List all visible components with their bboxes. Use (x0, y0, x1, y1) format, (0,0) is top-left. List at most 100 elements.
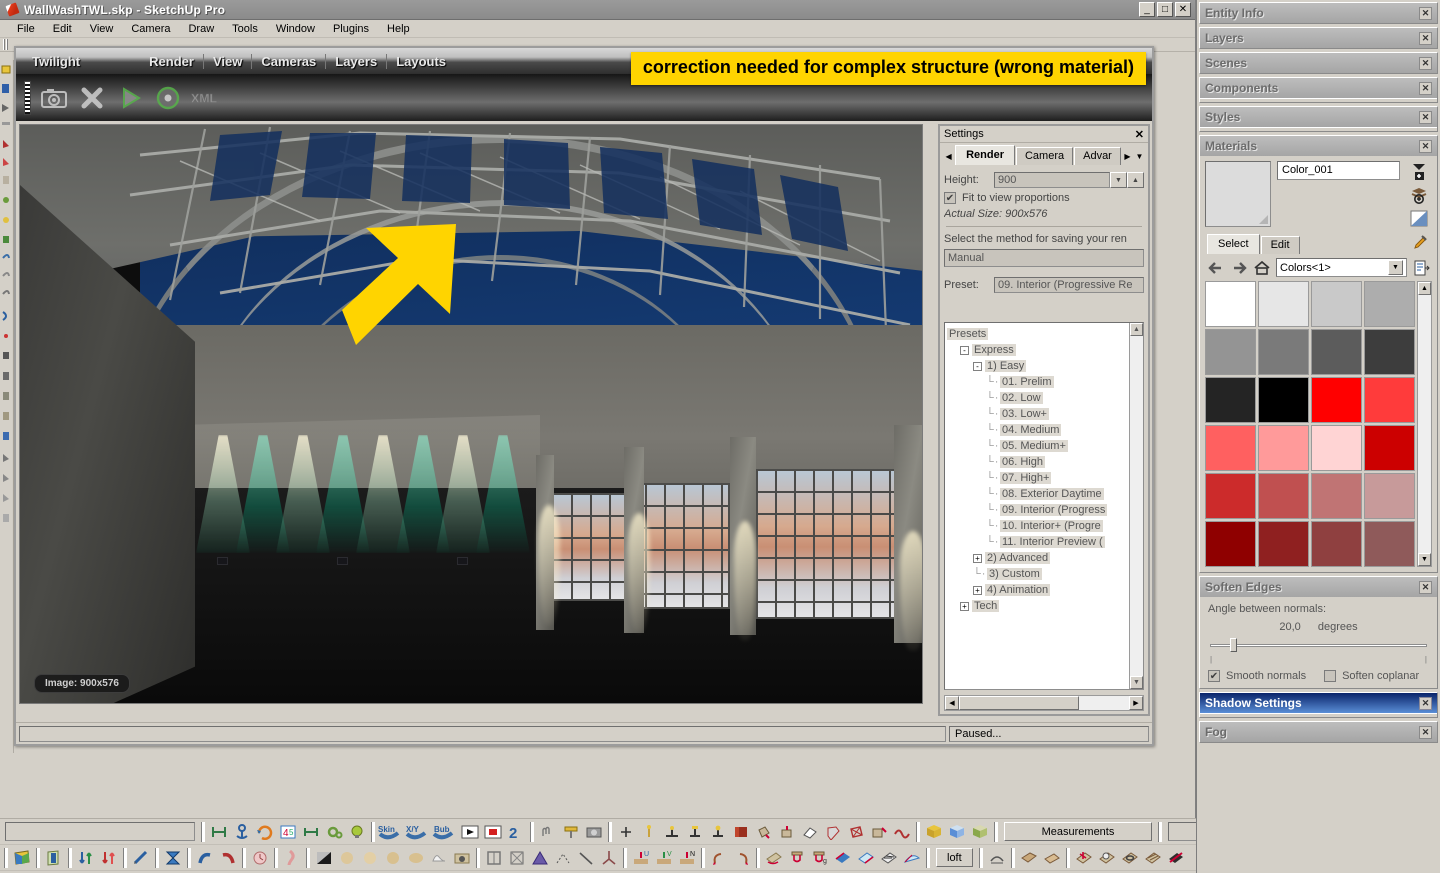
material-swatch[interactable] (1311, 377, 1362, 423)
stretch-icon[interactable] (300, 821, 322, 843)
stop-icon[interactable] (482, 821, 504, 843)
twilight-menu-layouts[interactable]: Layouts (387, 54, 455, 69)
mesh-icon[interactable] (845, 821, 867, 843)
hscroll-right-button[interactable]: ▶ (1129, 696, 1143, 710)
panel-entity-info-header[interactable]: Entity Info ✕ (1200, 3, 1437, 23)
menu-view[interactable]: View (81, 21, 123, 37)
twilight-menu-render[interactable]: Render (140, 53, 204, 69)
xy-icon[interactable]: X/Y (405, 821, 431, 843)
material-swatch[interactable] (1364, 281, 1415, 327)
material-swatch[interactable] (1311, 281, 1362, 327)
close-icon[interactable]: ✕ (1419, 725, 1432, 739)
wave-icon[interactable] (891, 821, 913, 843)
curve-icon[interactable]: 2 (505, 821, 527, 843)
panel-styles[interactable]: Styles ✕ (1199, 106, 1438, 132)
tabs-next-button[interactable]: ▶ (1122, 148, 1133, 165)
camera-render-icon[interactable] (39, 83, 69, 113)
downup-icon[interactable] (98, 847, 120, 869)
material-swatch[interactable] (1205, 329, 1256, 375)
sphere4-icon[interactable] (405, 847, 427, 869)
sandbox-icon[interactable] (451, 847, 473, 869)
panel-components-header[interactable]: Components ✕ (1200, 78, 1437, 98)
tab-render[interactable]: Render (955, 145, 1015, 165)
sphere1-icon[interactable] (336, 847, 358, 869)
smooth-normals-checkbox[interactable]: ✔ (1208, 670, 1220, 682)
twilight-toolbar-grip[interactable] (24, 80, 31, 115)
tree-node[interactable]: └· 06. High (947, 454, 1141, 470)
spot-light-icon[interactable] (661, 821, 683, 843)
close-icon[interactable]: ✕ (1419, 580, 1432, 594)
panel-fog[interactable]: Fog ✕ (1199, 721, 1438, 743)
grid-plank-icon[interactable] (1142, 847, 1164, 869)
material-swatch[interactable] (1258, 329, 1309, 375)
arc-blue-icon[interactable] (194, 847, 216, 869)
fold-cyan-icon[interactable] (855, 847, 877, 869)
drape-u-icon[interactable] (786, 847, 808, 869)
panel-shadow-settings-header[interactable]: Shadow Settings ✕ (1200, 693, 1437, 713)
smooth-normals-row[interactable]: ✔ Smooth normals (1208, 670, 1306, 682)
terrain-icon[interactable] (763, 847, 785, 869)
swatch-scroll-up-button[interactable]: ▲ (1418, 282, 1431, 295)
xml-export-icon[interactable]: XML (191, 83, 221, 113)
cube-blue-icon[interactable] (946, 821, 968, 843)
tree-node[interactable]: - Express (947, 342, 1141, 358)
tree-node[interactable]: └· 10. Interior+ (Progre (947, 518, 1141, 534)
tree-scroll-up-button[interactable]: ▲ (1130, 323, 1143, 336)
material-swatch[interactable] (1258, 521, 1309, 567)
material-swatch[interactable] (1311, 329, 1362, 375)
n-light-icon[interactable]: N (676, 847, 698, 869)
book-icon[interactable] (730, 821, 752, 843)
panel-layers[interactable]: Layers ✕ (1199, 27, 1438, 49)
tree-expander[interactable]: - (960, 345, 969, 355)
panel-entity-info[interactable]: Entity Info ✕ (1199, 2, 1438, 24)
panel-components[interactable]: Components ✕ (1199, 77, 1438, 103)
maximize-button[interactable]: □ (1157, 2, 1173, 17)
paint-bucket-icon[interactable] (776, 821, 798, 843)
tree-node[interactable]: └· 09. Interior (Progress (947, 502, 1141, 518)
area-light-icon[interactable] (684, 821, 706, 843)
tab-advanced[interactable]: Advar (1074, 147, 1121, 165)
tree-node[interactable]: └· 04. Medium (947, 422, 1141, 438)
panel-styles-header[interactable]: Styles ✕ (1200, 107, 1437, 127)
eyedropper-icon[interactable] (1408, 234, 1428, 254)
menu-draw[interactable]: Draw (179, 21, 223, 37)
play-icon[interactable] (459, 821, 481, 843)
updown-icon[interactable] (75, 847, 97, 869)
display-secondary-icon[interactable] (1409, 209, 1429, 228)
material-swatch[interactable] (1205, 473, 1256, 519)
menu-camera[interactable]: Camera (122, 21, 179, 37)
close-icon[interactable]: ✕ (1419, 110, 1432, 124)
tree-node[interactable]: -1) Easy (947, 358, 1141, 374)
material-name-input[interactable]: Color_001 (1277, 161, 1400, 180)
swatch-scrollbar[interactable]: ▲ ▼ (1417, 281, 1432, 567)
material-library-select[interactable]: Colors<1> ▼ (1276, 258, 1407, 277)
close-button[interactable]: ✕ (1175, 2, 1191, 17)
material-swatch[interactable] (1205, 377, 1256, 423)
material-swatch[interactable] (1311, 425, 1362, 471)
anchor-icon[interactable] (231, 821, 253, 843)
height-input[interactable]: 900 (994, 172, 1110, 188)
material-swatch[interactable] (1258, 425, 1309, 471)
cross-plank-icon[interactable] (1165, 847, 1187, 869)
minimize-button[interactable]: _ (1139, 2, 1155, 17)
menu-edit[interactable]: Edit (44, 21, 81, 37)
paint-pour-icon[interactable] (753, 821, 775, 843)
material-swatch[interactable] (1205, 425, 1256, 471)
cage-icon[interactable] (506, 847, 528, 869)
clock-icon[interactable] (249, 847, 271, 869)
rotate-left-icon[interactable] (708, 847, 730, 869)
tripod-icon[interactable] (598, 847, 620, 869)
create-material-icon[interactable] (1409, 161, 1429, 181)
tree-node[interactable]: └· 02. Low (947, 390, 1141, 406)
tree-node[interactable]: Presets (947, 326, 1141, 342)
render-canvas[interactable]: Image: 900x576 (19, 124, 923, 704)
soften-coplanar-checkbox[interactable] (1324, 670, 1337, 682)
menu-window[interactable]: Window (267, 21, 324, 37)
arc2-icon[interactable] (986, 847, 1008, 869)
menu-plugins[interactable]: Plugins (324, 21, 378, 37)
panel-fog-header[interactable]: Fog ✕ (1200, 722, 1437, 742)
tree-node[interactable]: + Tech (947, 598, 1141, 614)
tree-expander[interactable]: - (973, 361, 982, 371)
plank1-icon[interactable] (1018, 847, 1040, 869)
loft-button[interactable]: loft (936, 848, 973, 867)
